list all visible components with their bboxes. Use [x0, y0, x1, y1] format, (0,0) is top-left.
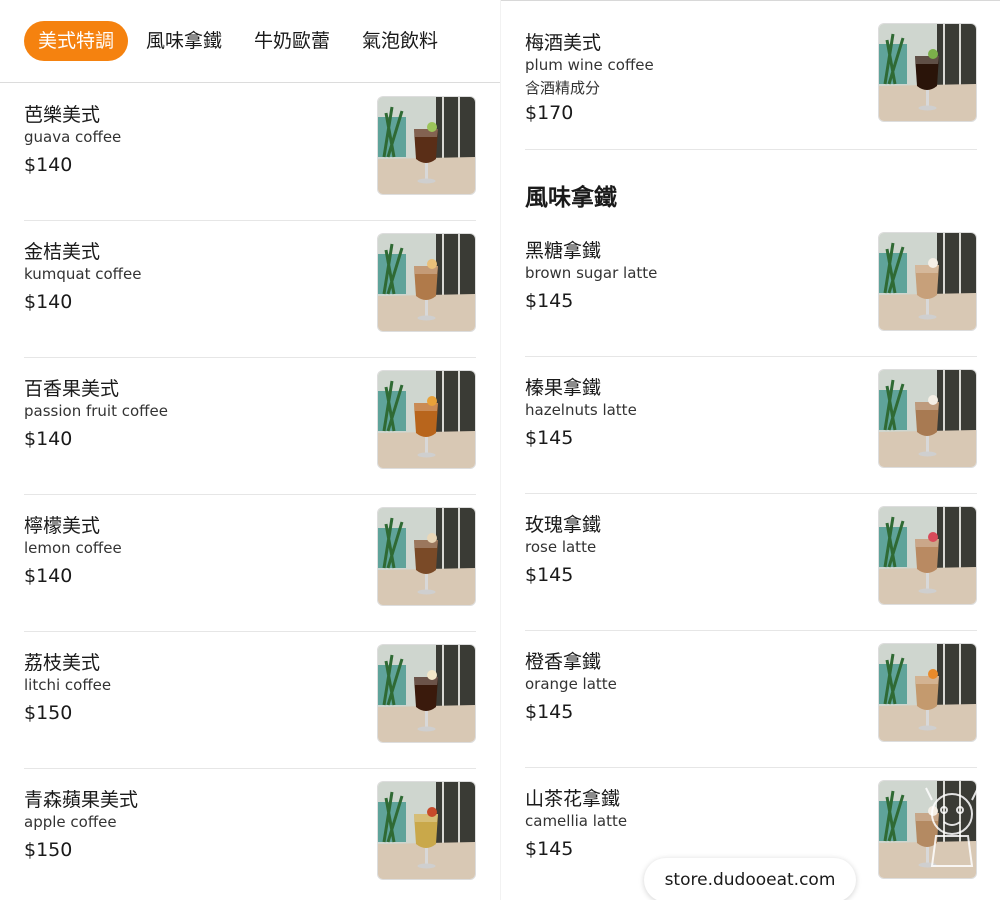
category-tabs: 美式特調 風味拿鐵 牛奶歐蕾 氣泡飲料	[0, 0, 500, 83]
item-english-name: lemon coffee	[24, 539, 122, 557]
top-divider	[501, 0, 1000, 3]
item-photo[interactable]	[878, 23, 977, 122]
item-name: 檸檬美式	[24, 515, 101, 537]
item-name: 荔枝美式	[24, 652, 101, 674]
item-name: 玫瑰拿鐵	[525, 514, 602, 536]
item-english-name: plum wine coffee	[525, 56, 654, 74]
store-url-badge[interactable]: store.dudooeat.com	[644, 858, 856, 900]
item-photo[interactable]	[377, 507, 476, 606]
item-english-name: apple coffee	[24, 813, 117, 831]
item-name: 山茶花拿鐵	[525, 788, 621, 810]
item-price: $140	[24, 291, 73, 313]
item-photo[interactable]	[878, 506, 977, 605]
item-english-name: kumquat coffee	[24, 265, 142, 283]
drink-photo-icon	[378, 97, 475, 194]
drink-photo-icon	[378, 371, 475, 468]
mascot-watermark	[925, 787, 979, 867]
tab-sparkling-drinks[interactable]: 氣泡飲料	[362, 21, 438, 61]
item-english-name: litchi coffee	[24, 676, 112, 694]
section-title: 風味拿鐵	[525, 185, 617, 211]
item-photo[interactable]	[878, 232, 977, 331]
item-alcohol-note: 含酒精成分	[525, 79, 601, 97]
item-english-name: orange latte	[525, 675, 617, 693]
item-english-name: brown sugar latte	[525, 264, 658, 282]
menu-item[interactable]: 金桔美式 kumquat coffee $140	[24, 221, 476, 358]
item-price: $170	[525, 102, 574, 124]
menu-item[interactable]: 青森蘋果美式 apple coffee $150	[24, 769, 476, 900]
drink-photo-icon	[879, 507, 976, 604]
item-name: 黑糖拿鐵	[525, 240, 602, 262]
item-photo[interactable]	[878, 369, 977, 468]
item-name: 金桔美式	[24, 241, 101, 263]
tab-flavored-latte[interactable]: 風味拿鐵	[146, 21, 222, 61]
item-name: 梅酒美式	[525, 32, 602, 54]
drink-photo-icon	[879, 233, 976, 330]
item-name: 芭樂美式	[24, 104, 101, 126]
menu-item[interactable]: 荔枝美式 litchi coffee $150	[24, 632, 476, 769]
item-name: 青森蘋果美式	[24, 789, 139, 811]
item-price: $145	[525, 290, 574, 312]
item-english-name: hazelnuts latte	[525, 401, 637, 419]
item-price: $140	[24, 154, 73, 176]
menu-item[interactable]: 芭樂美式 guava coffee $140	[24, 84, 476, 221]
menu-item[interactable]: 黑糖拿鐵 brown sugar latte $145	[525, 220, 977, 357]
tab-american-special[interactable]: 美式特調	[24, 21, 129, 61]
menu-item[interactable]: 檸檬美式 lemon coffee $140	[24, 495, 476, 632]
menu-item[interactable]: 梅酒美式 plum wine coffee 含酒精成分 $170	[525, 14, 977, 150]
item-photo[interactable]	[878, 643, 977, 742]
item-english-name: guava coffee	[24, 128, 122, 146]
drink-photo-icon	[378, 645, 475, 742]
menu-item[interactable]: 橙香拿鐵 orange latte $145	[525, 631, 977, 768]
item-price: $145	[525, 427, 574, 449]
menu-panel-left: 美式特調 風味拿鐵 牛奶歐蕾 氣泡飲料 芭樂美式 guava coffee $140…	[0, 0, 500, 900]
item-photo[interactable]	[377, 96, 476, 195]
menu-item[interactable]: 玫瑰拿鐵 rose latte $145	[525, 494, 977, 631]
item-english-name: camellia latte	[525, 812, 628, 830]
item-price: $150	[24, 702, 73, 724]
item-photo[interactable]	[377, 644, 476, 743]
menu-panel-right: 梅酒美式 plum wine coffee 含酒精成分 $170 風味拿鐵 黑糖…	[500, 0, 1000, 900]
item-price: $140	[24, 428, 73, 450]
item-name: 百香果美式	[24, 378, 120, 400]
item-price: $145	[525, 838, 574, 860]
drink-photo-icon	[879, 644, 976, 741]
item-english-name: passion fruit coffee	[24, 402, 168, 420]
drink-photo-icon	[879, 24, 976, 121]
item-price: $150	[24, 839, 73, 861]
item-name: 榛果拿鐵	[525, 377, 602, 399]
drink-photo-icon	[879, 370, 976, 467]
item-name: 橙香拿鐵	[525, 651, 602, 673]
drink-photo-icon	[378, 782, 475, 879]
item-photo[interactable]	[377, 781, 476, 880]
item-price: $145	[525, 701, 574, 723]
item-photo[interactable]	[377, 233, 476, 332]
item-price: $145	[525, 564, 574, 586]
item-photo[interactable]	[377, 370, 476, 469]
tab-milk-au-lait[interactable]: 牛奶歐蕾	[254, 21, 330, 61]
menu-item[interactable]: 榛果拿鐵 hazelnuts latte $145	[525, 357, 977, 494]
item-price: $140	[24, 565, 73, 587]
item-english-name: rose latte	[525, 538, 597, 556]
drink-photo-icon	[378, 234, 475, 331]
drink-photo-icon	[378, 508, 475, 605]
menu-item[interactable]: 百香果美式 passion fruit coffee $140	[24, 358, 476, 495]
